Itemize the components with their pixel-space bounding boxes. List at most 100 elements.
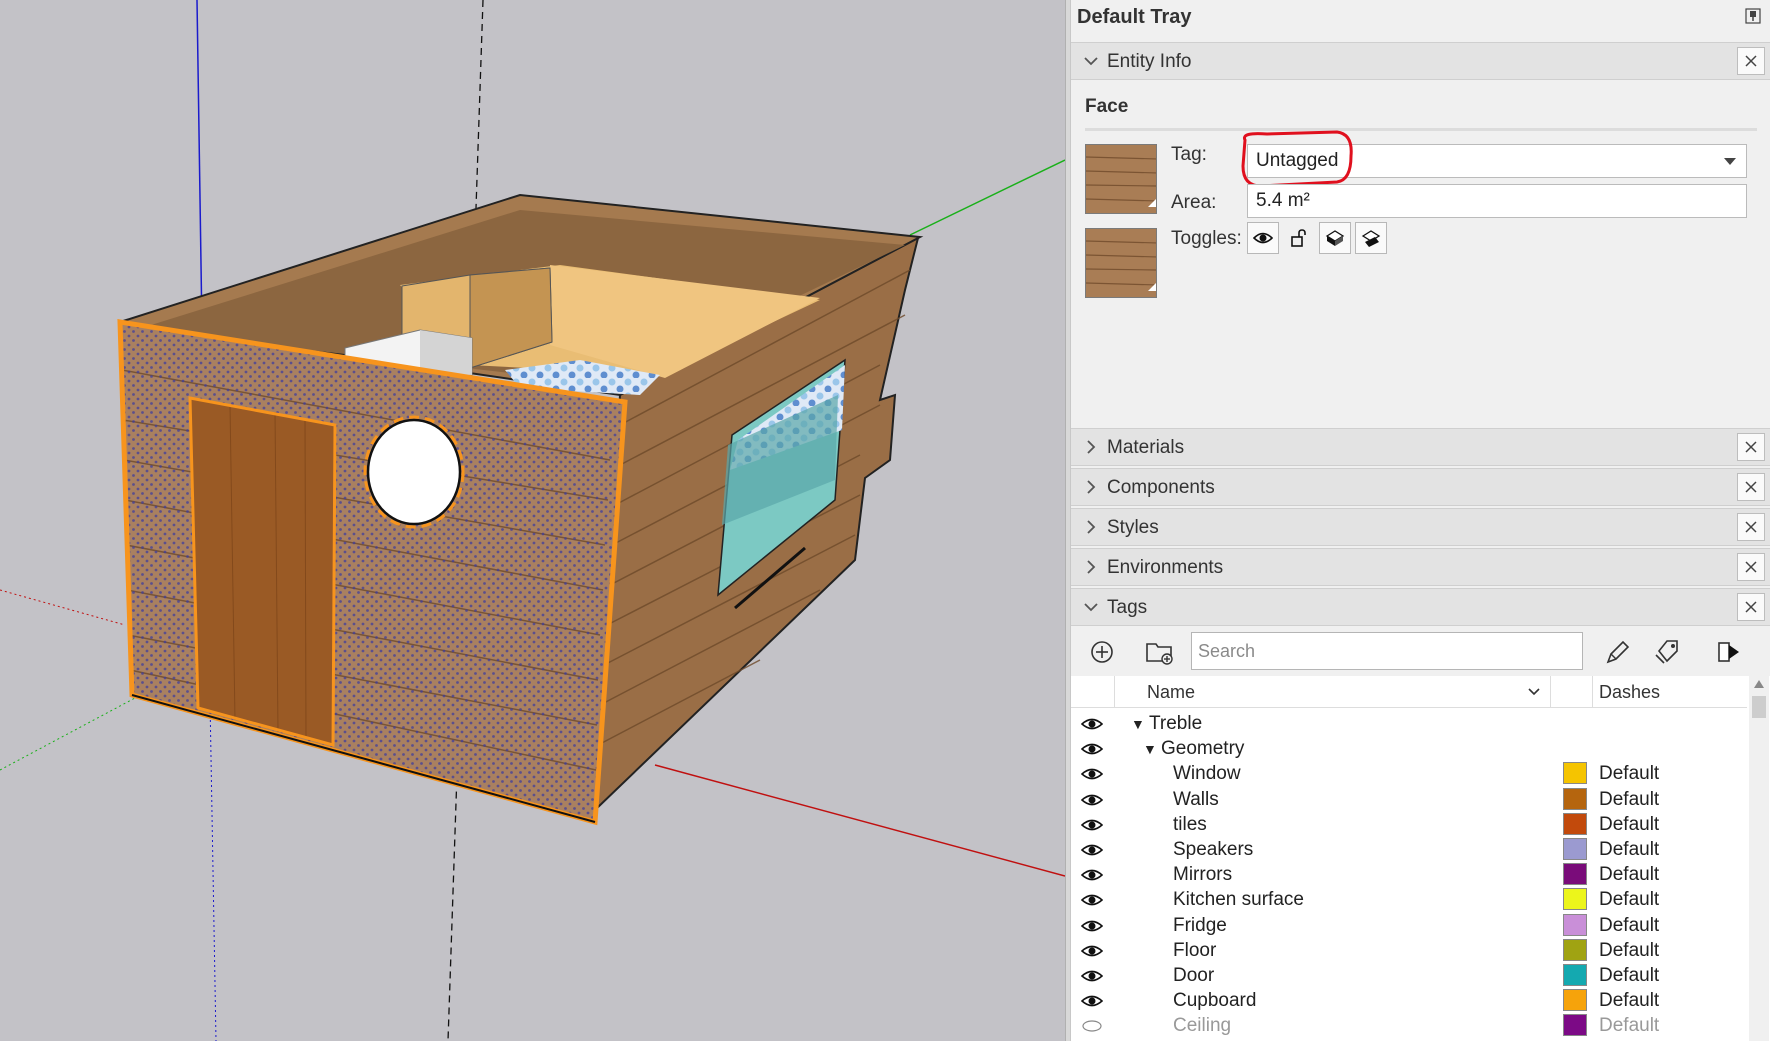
panel-header-styles[interactable]: Styles: [1071, 508, 1770, 546]
close-entity-info-button[interactable]: [1737, 47, 1765, 75]
close-materials-button[interactable]: [1737, 433, 1765, 461]
tag-row[interactable]: Speakers Default: [1071, 838, 1747, 863]
panel-header-entity-info[interactable]: Entity Info: [1071, 42, 1770, 80]
name-column-header[interactable]: Name: [1115, 676, 1551, 708]
tag-dashes[interactable]: Default: [1599, 763, 1659, 785]
eye-icon[interactable]: [1081, 716, 1103, 732]
receive-shadows-toggle[interactable]: [1319, 222, 1351, 254]
tag-color-swatch[interactable]: [1563, 863, 1587, 886]
area-field[interactable]: 5.4 m²: [1247, 184, 1747, 218]
tag-row[interactable]: Mirrors Default: [1071, 863, 1747, 888]
tag-name[interactable]: Treble: [1149, 713, 1202, 735]
close-components-button[interactable]: [1737, 473, 1765, 501]
tag-color-swatch[interactable]: [1563, 964, 1587, 986]
panel-header-tags[interactable]: Tags: [1071, 588, 1770, 626]
eye-icon[interactable]: [1081, 817, 1103, 833]
tag-name[interactable]: Geometry: [1161, 738, 1244, 760]
eye-icon[interactable]: [1081, 943, 1103, 959]
expand-triangle-icon[interactable]: ▼: [1131, 716, 1145, 732]
add-tag-icon[interactable]: [1087, 637, 1117, 667]
color-by-tag-icon[interactable]: [1603, 637, 1633, 667]
eye-icon[interactable]: [1081, 867, 1103, 883]
eye-icon[interactable]: [1081, 792, 1103, 808]
color-column-header[interactable]: [1551, 676, 1593, 708]
pin-icon[interactable]: [1745, 8, 1761, 24]
tag-name[interactable]: Ceiling: [1173, 1015, 1231, 1037]
tag-name[interactable]: Fridge: [1173, 915, 1227, 937]
house-model-drawing[interactable]: [0, 0, 1065, 1041]
tag-row[interactable]: ▼ Geometry: [1071, 737, 1747, 762]
panel-title-tags: Tags: [1107, 597, 1148, 618]
tag-row[interactable]: Floor Default: [1071, 938, 1747, 964]
panel-header-components[interactable]: Components: [1071, 468, 1770, 506]
close-styles-button[interactable]: [1737, 513, 1765, 541]
tag-tool-icon[interactable]: [1653, 637, 1683, 667]
tag-name[interactable]: Door: [1173, 965, 1214, 987]
tag-dashes[interactable]: Default: [1599, 915, 1659, 937]
tag-row[interactable]: ▼ Treble: [1071, 712, 1747, 737]
tag-dashes[interactable]: Default: [1599, 814, 1659, 836]
model-viewport[interactable]: [0, 0, 1065, 1041]
tag-color-swatch[interactable]: [1563, 762, 1587, 785]
details-menu-icon[interactable]: [1715, 637, 1745, 667]
tag-color-swatch[interactable]: [1563, 838, 1587, 860]
close-tags-button[interactable]: [1737, 593, 1765, 621]
expand-triangle-icon[interactable]: ▼: [1143, 741, 1157, 757]
close-environments-button[interactable]: [1737, 553, 1765, 581]
tag-row[interactable]: Door Default: [1071, 964, 1747, 989]
panel-header-materials[interactable]: Materials: [1071, 428, 1770, 466]
tag-row[interactable]: Kitchen surface Default: [1071, 888, 1747, 913]
visibility-column-header[interactable]: [1071, 676, 1115, 708]
tag-row[interactable]: Walls Default: [1071, 787, 1747, 813]
tag-color-swatch[interactable]: [1563, 913, 1587, 936]
tag-name[interactable]: Kitchen surface: [1173, 889, 1304, 911]
tag-name[interactable]: Window: [1173, 763, 1241, 785]
eye-icon[interactable]: [1081, 766, 1103, 782]
tag-row[interactable]: Cupboard Default: [1071, 989, 1747, 1014]
scrollbar-thumb[interactable]: [1752, 696, 1766, 718]
tag-dashes[interactable]: Default: [1599, 789, 1659, 811]
tag-dashes[interactable]: Default: [1599, 889, 1659, 911]
tags-scrollbar[interactable]: [1749, 676, 1769, 1041]
eye-icon[interactable]: [1081, 993, 1103, 1009]
tag-dashes[interactable]: Default: [1599, 1015, 1659, 1037]
tag-color-swatch[interactable]: [1563, 787, 1587, 810]
tag-row[interactable]: Window Default: [1071, 762, 1747, 787]
tag-row[interactable]: Ceiling Default: [1071, 1014, 1747, 1039]
eye-icon[interactable]: [1081, 741, 1103, 757]
panel-title-components: Components: [1107, 477, 1215, 498]
tag-name[interactable]: Speakers: [1173, 839, 1253, 861]
eye-icon[interactable]: [1081, 968, 1103, 984]
tag-name[interactable]: tiles: [1173, 814, 1207, 836]
panel-header-environments[interactable]: Environments: [1071, 548, 1770, 586]
tag-name[interactable]: Cupboard: [1173, 990, 1256, 1012]
tag-search-input[interactable]: Search: [1191, 632, 1583, 670]
tag-name[interactable]: Walls: [1173, 789, 1219, 811]
lock-toggle[interactable]: [1283, 222, 1315, 254]
tag-color-swatch[interactable]: [1563, 812, 1587, 835]
tag-name[interactable]: Mirrors: [1173, 864, 1232, 886]
eye-icon[interactable]: [1081, 842, 1103, 858]
front-material-swatch[interactable]: [1085, 144, 1157, 214]
tag-color-swatch[interactable]: [1563, 1014, 1587, 1037]
tag-row[interactable]: tiles Default: [1071, 812, 1747, 838]
tag-dashes[interactable]: Default: [1599, 940, 1659, 962]
tag-dashes[interactable]: Default: [1599, 990, 1659, 1012]
tag-color-swatch[interactable]: [1563, 938, 1587, 961]
panel-title-entity-info: Entity Info: [1107, 51, 1192, 72]
tag-color-swatch[interactable]: [1563, 888, 1587, 911]
tag-name[interactable]: Floor: [1173, 940, 1216, 962]
tag-color-swatch[interactable]: [1563, 989, 1587, 1012]
tag-dashes[interactable]: Default: [1599, 864, 1659, 886]
cast-shadows-toggle[interactable]: [1355, 222, 1387, 254]
tag-dashes[interactable]: Default: [1599, 839, 1659, 861]
tag-dashes[interactable]: Default: [1599, 965, 1659, 987]
add-folder-icon[interactable]: [1145, 637, 1175, 667]
eye-icon[interactable]: [1081, 892, 1103, 908]
eye-hidden-icon[interactable]: [1081, 1018, 1103, 1034]
visibility-toggle[interactable]: [1247, 222, 1279, 254]
back-material-swatch[interactable]: [1085, 228, 1157, 298]
eye-icon[interactable]: [1081, 918, 1103, 934]
tag-row[interactable]: Fridge Default: [1071, 913, 1747, 939]
dashes-column-header[interactable]: Dashes: [1593, 676, 1747, 708]
